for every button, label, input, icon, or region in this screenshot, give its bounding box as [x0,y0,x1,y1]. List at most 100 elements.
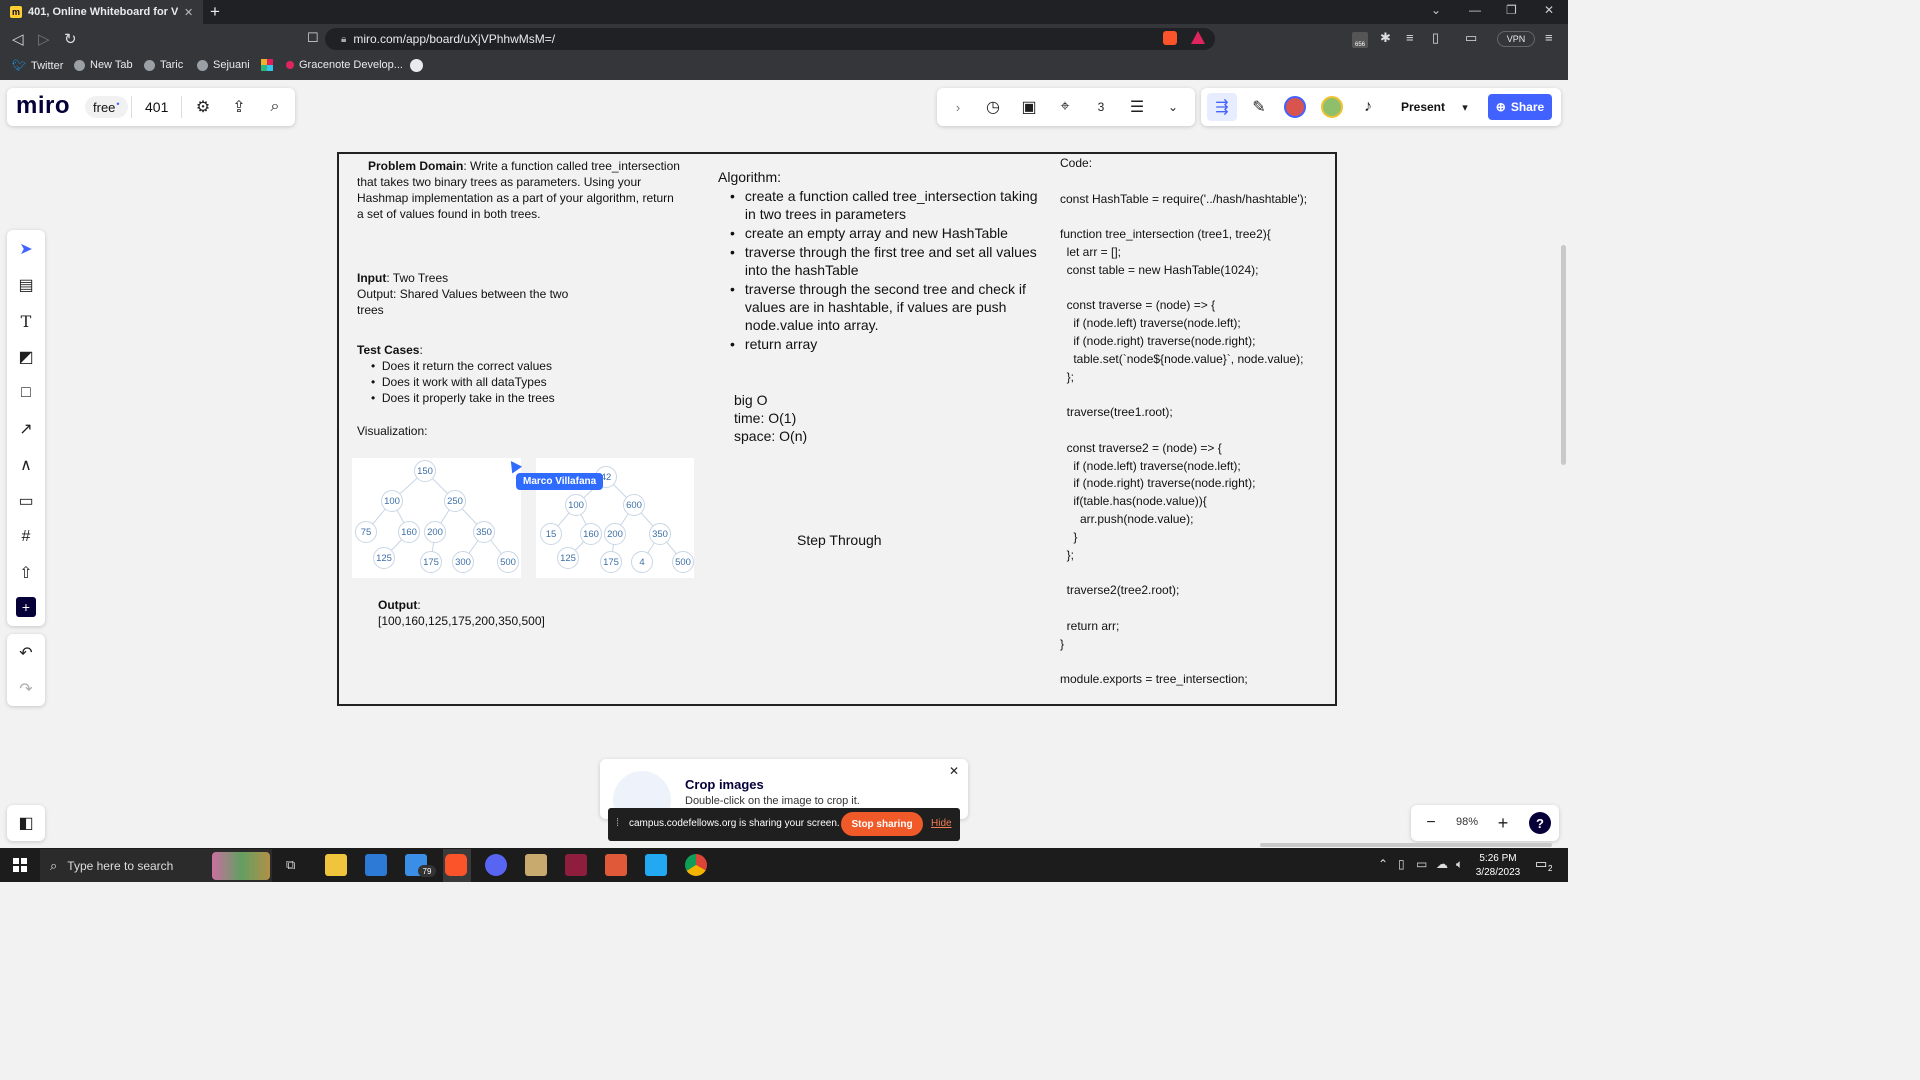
volume-icon[interactable]: 🔈︎ [1456,857,1463,872]
slack-icon[interactable] [261,59,273,71]
brave-shield-icon[interactable] [1163,31,1177,45]
restore-icon[interactable]: ❐ [1506,3,1517,17]
file-explorer-icon[interactable] [325,854,347,876]
input-section[interactable]: Input: Two Trees Output: Shared Values be… [357,270,577,318]
timer-icon[interactable]: ◷ [983,97,1003,117]
extension-badge-icon[interactable]: 656 [1352,32,1368,48]
discord-icon[interactable] [485,854,507,876]
tray-chevron-icon[interactable]: ⌃ [1378,857,1388,871]
big-o-section[interactable]: big O time: O(1) space: O(n) [734,391,807,445]
sidebar-toggle-icon[interactable]: ◧ [16,813,36,833]
hide-link[interactable]: Hide [931,818,952,829]
windows-start-icon[interactable] [13,858,27,872]
stop-sharing-button[interactable]: Stop sharing [841,812,923,836]
browser-tab[interactable]: m 401, Online Whiteboard for Visual ✕ [0,0,203,24]
connector-icon[interactable]: ↗ [16,419,36,439]
system-clock[interactable]: 5:26 PM 3/28/2023 [1470,852,1526,880]
store-icon[interactable] [365,854,387,876]
test-cases[interactable]: Test Cases: • Does it return the correct… [357,342,617,406]
export-icon[interactable]: ⇪ [229,97,249,117]
office-icon[interactable] [605,854,627,876]
zoom-out-icon[interactable]: − [1421,813,1441,833]
bookmark-taric[interactable]: Taric [144,59,183,71]
forward-icon[interactable]: ▷ [38,30,50,48]
comment-icon[interactable]: ▭ [16,491,36,511]
text-tool-icon[interactable]: T [16,311,36,331]
search-icon[interactable]: ⌕ [265,97,285,117]
sticky-note-icon[interactable]: ◩ [16,347,36,367]
league-client-icon[interactable] [525,854,547,876]
bookmark-icon[interactable]: ☐ [307,30,319,46]
playlist-icon[interactable]: ≡ [1406,30,1414,45]
brave-browser-icon[interactable] [445,854,467,876]
focus-icon[interactable]: ⌖ [1055,97,1075,117]
visualization-label[interactable]: Visualization: [357,423,428,439]
tray-device-icon[interactable]: ▯ [1398,857,1405,871]
share-button[interactable]: ⊕ Share [1488,94,1552,120]
plan-badge[interactable]: free • [85,96,128,118]
vpn-button[interactable]: VPN [1497,31,1535,47]
frame-icon[interactable]: # [16,527,36,547]
zoom-in-icon[interactable]: + [1493,813,1513,833]
horizontal-scrollbar[interactable] [1260,843,1552,847]
chevron-right-icon[interactable]: › [949,97,967,117]
new-tab-icon[interactable]: + [210,2,220,22]
tree-one-image[interactable]: 150 100 250 75 160 200 350 125 175 300 5… [352,458,521,578]
video-icon[interactable]: ▣ [1019,97,1039,117]
close-icon[interactable]: ✕ [946,763,962,779]
pen-icon[interactable]: ∧ [16,455,36,475]
close-window-icon[interactable]: ✕ [1544,3,1554,17]
code-block[interactable]: Code: const HashTable = require('../hash/… [1060,155,1335,689]
miro-logo[interactable]: miro [16,92,70,120]
more-tools-icon[interactable]: ⌄ [1163,97,1183,117]
close-tab-icon[interactable]: ✕ [184,6,193,19]
tab-search-icon[interactable]: ⌄ [1431,3,1441,17]
minimize-icon[interactable]: — [1469,3,1481,17]
board-panel-toggle[interactable]: ◧ [7,805,45,841]
vscode-icon[interactable] [645,854,667,876]
templates-icon[interactable]: ▤ [16,275,36,295]
undo-icon[interactable]: ↶ [16,643,36,663]
reactions-icon[interactable]: ✎ [1249,97,1269,117]
select-tool-icon[interactable]: ➤ [16,239,36,259]
avatar[interactable] [1321,96,1343,118]
chevron-down-icon[interactable]: ▾ [1457,97,1473,117]
avatar[interactable] [1284,96,1306,118]
bookmark-gracenote[interactable]: Gracenote Develop... [286,59,403,71]
brave-rewards-icon[interactable] [1191,31,1205,44]
back-icon[interactable]: ◁ [12,30,24,48]
github-icon[interactable] [410,59,423,72]
bookmark-twitter[interactable]: 🐦︎ Twitter [12,59,63,73]
chrome-icon[interactable] [685,854,707,876]
vertical-scrollbar[interactable] [1561,245,1566,465]
sidebar-icon[interactable]: ▯ [1432,30,1439,46]
zoom-level[interactable]: 98% [1456,816,1478,828]
more-apps-icon[interactable]: + [16,597,36,617]
output-section[interactable]: Output: [100,160,125,175,200,350,500] [378,597,545,629]
valorant-icon[interactable] [565,854,587,876]
task-view-icon[interactable]: ⧉ [286,857,295,873]
counter-icon[interactable]: 3 [1091,97,1111,117]
help-button[interactable]: ? [1529,812,1551,834]
reload-icon[interactable]: ↻ [64,30,77,48]
drag-handle-icon[interactable]: ⁞ [616,817,619,829]
bookmark-sejuani[interactable]: Sejuani [197,59,250,71]
redo-icon[interactable]: ↷ [16,679,36,699]
settings-icon[interactable]: ⚙ [193,97,213,117]
cursor-filter-icon[interactable]: ⇶ [1207,93,1237,121]
present-button[interactable]: Present [1393,94,1453,120]
bookmark-new-tab[interactable]: New Tab [74,59,133,71]
notifications-icon[interactable]: ▭ [1535,856,1547,872]
bell-icon[interactable]: ♪ [1358,97,1378,117]
network-icon[interactable]: ▭ [1416,857,1427,871]
onedrive-icon[interactable]: ☁ [1436,857,1448,871]
address-bar[interactable]: 🔒︎ miro.com/app/board/uXjVPhhwMsM=/ ⇪ [325,28,1215,50]
notes-icon[interactable]: ☰ [1127,97,1147,117]
problem-domain[interactable]: Problem Domain: Write a function called … [357,158,682,222]
browser-menu-icon[interactable]: ≡ [1545,30,1553,45]
upload-icon[interactable]: ⇧ [16,563,36,583]
step-through-label[interactable]: Step Through [797,532,882,548]
board-name[interactable]: 401 [145,99,168,115]
extensions-icon[interactable]: ✱ [1380,30,1391,46]
algorithm-section[interactable]: Algorithm: • create a function called tre… [718,168,1038,353]
